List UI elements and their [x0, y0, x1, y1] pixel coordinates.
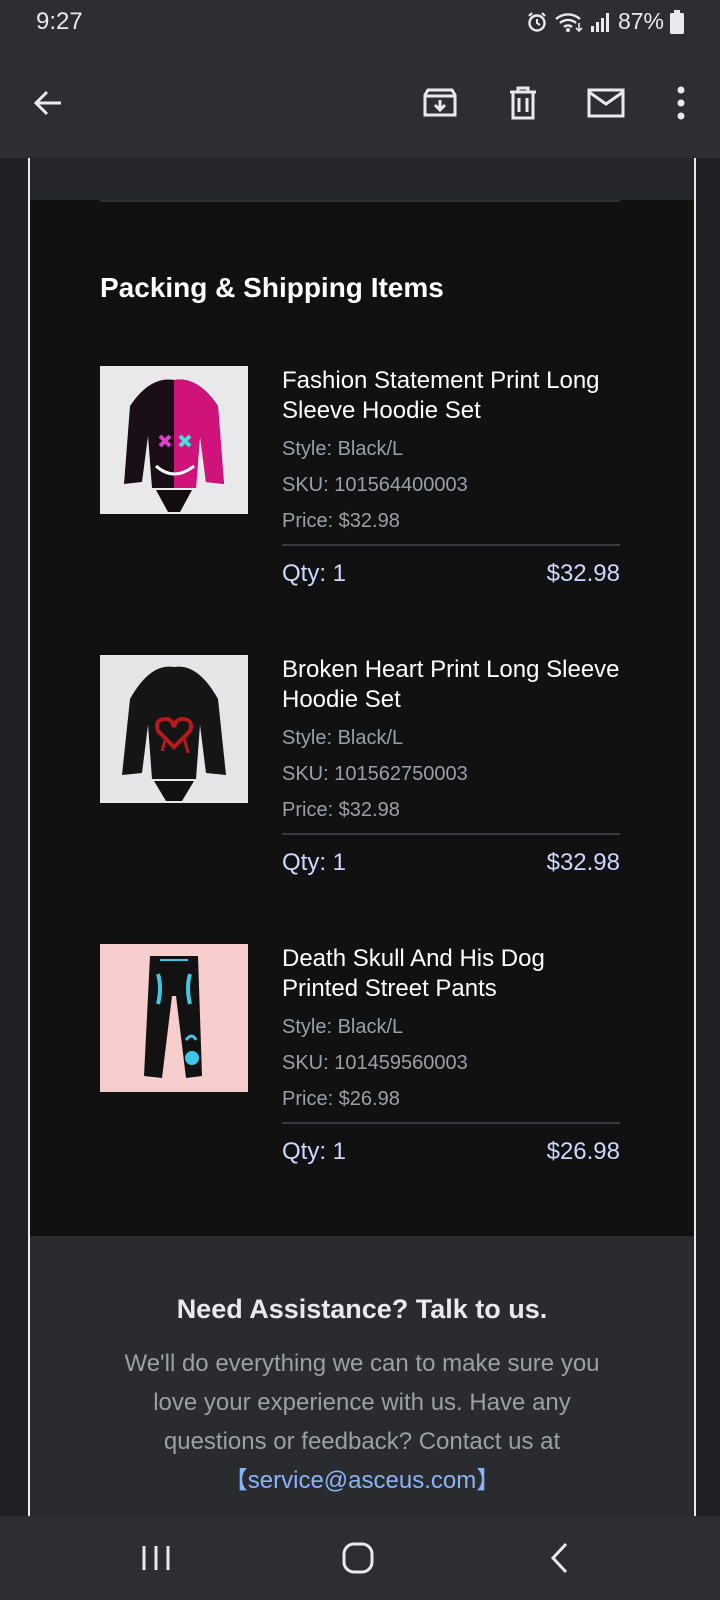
black-heart-hoodie-set-image[interactable]	[100, 655, 248, 803]
qty-row: Qty: 1 $32.98	[282, 849, 620, 877]
black-pink-hoodie-set-image[interactable]	[100, 366, 248, 514]
archive-icon[interactable]	[412, 75, 468, 131]
item-sku: SKU: 101562750003	[282, 763, 468, 785]
order-item: Broken Heart Print Long Sleeve Hoodie Se…	[100, 655, 620, 885]
wifi-icon	[554, 11, 584, 33]
item-style: Style: Black/L	[282, 727, 404, 749]
assistance-title: Need Assistance? Talk to us.	[176, 1294, 548, 1324]
item-details: Fashion Statement Print Long Sleeve Hood…	[282, 366, 620, 588]
signal-icon	[590, 11, 612, 33]
qty-row: Qty: 1 $26.98	[282, 1138, 620, 1166]
email-body[interactable]: Packing & Shipping Items Fashion Stateme…	[0, 158, 720, 1516]
status-bar: 9:27 87%	[0, 0, 720, 48]
mail-icon[interactable]	[578, 75, 634, 131]
email-top-strip	[30, 158, 694, 200]
battery-percent: 87%	[617, 8, 664, 34]
item-sku: SKU: 101459560003	[282, 1052, 468, 1074]
item-qty: Qty: 1	[282, 849, 347, 876]
item-details: Broken Heart Print Long Sleeve Hoodie Se…	[282, 655, 620, 877]
section-title: Packing & Shipping Items	[100, 272, 444, 303]
qty-row: Qty: 1 $32.98	[282, 560, 620, 588]
back-arrow-icon[interactable]	[20, 75, 76, 131]
order-item: Death Skull And His Dog Printed Street P…	[100, 944, 620, 1174]
item-qty: Qty: 1	[282, 560, 347, 587]
more-vert-icon[interactable]	[653, 75, 709, 131]
item-price: Price: $32.98	[282, 799, 400, 821]
item-divider	[282, 544, 620, 546]
email-frame: Packing & Shipping Items Fashion Stateme…	[28, 158, 696, 1516]
item-details: Death Skull And His Dog Printed Street P…	[282, 944, 620, 1166]
support-email-link[interactable]: 【service@asceus.com】	[224, 1467, 500, 1494]
status-time: 9:27	[36, 8, 83, 35]
battery-icon	[670, 9, 684, 34]
item-price: Price: $26.98	[282, 1088, 400, 1110]
item-divider	[282, 1122, 620, 1124]
item-name[interactable]: Death Skull And His Dog Printed Street P…	[282, 944, 620, 1004]
item-style: Style: Black/L	[282, 1016, 404, 1038]
item-total: $32.98	[546, 560, 620, 587]
item-total: $32.98	[546, 849, 620, 876]
order-item: Fashion Statement Print Long Sleeve Hood…	[100, 366, 620, 596]
home-icon[interactable]	[328, 1536, 388, 1580]
email-toolbar	[0, 48, 720, 158]
status-icons: 87%	[526, 8, 684, 35]
assistance-message: We'll do everything we can to make sure …	[124, 1350, 600, 1455]
item-divider	[282, 833, 620, 835]
skull-street-pants-image[interactable]	[100, 944, 248, 1092]
item-sku: SKU: 101564400003	[282, 474, 468, 496]
section-divider	[100, 200, 620, 202]
back-icon[interactable]	[530, 1536, 590, 1580]
assistance-text: We'll do everything we can to make sure …	[112, 1344, 612, 1500]
item-price: Price: $32.98	[282, 510, 400, 532]
alarm-icon	[526, 11, 548, 33]
item-name[interactable]: Broken Heart Print Long Sleeve Hoodie Se…	[282, 655, 620, 715]
system-nav-bar	[0, 1516, 720, 1600]
delete-icon[interactable]	[495, 75, 551, 131]
item-qty: Qty: 1	[282, 1138, 347, 1165]
item-style: Style: Black/L	[282, 438, 404, 460]
recent-apps-icon[interactable]	[126, 1536, 186, 1580]
item-name[interactable]: Fashion Statement Print Long Sleeve Hood…	[282, 366, 620, 426]
packing-items-section: Packing & Shipping Items Fashion Stateme…	[30, 200, 694, 1236]
item-total: $26.98	[546, 1138, 620, 1165]
assistance-section: Need Assistance? Talk to us. We'll do ev…	[30, 1236, 694, 1516]
